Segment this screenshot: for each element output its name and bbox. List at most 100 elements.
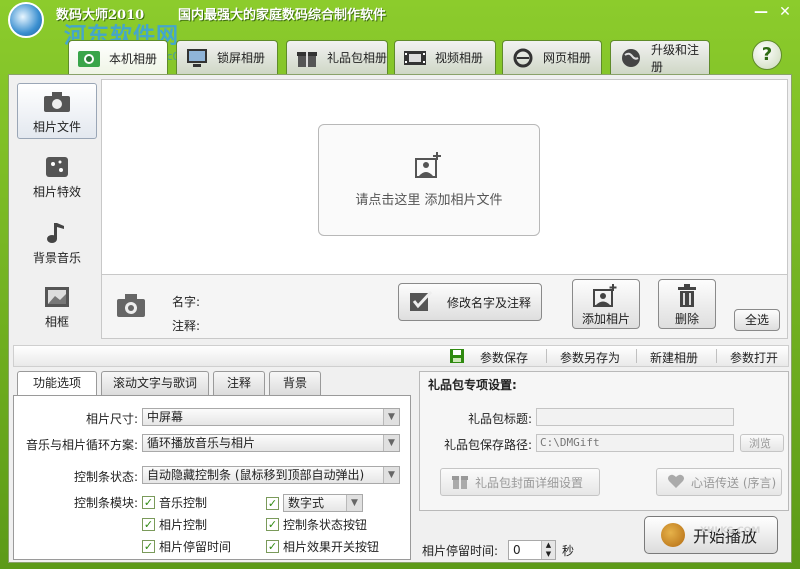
rename-note-label: 修改名字及注释 (447, 295, 532, 310)
seconds-label: 秒 (562, 544, 575, 558)
sidebar-item-background-music[interactable]: 背景音乐 (17, 215, 97, 271)
tab-label: 本机相册 (109, 52, 158, 66)
stay-time-spinner[interactable]: 0 ▲ ▼ (508, 540, 556, 560)
save-params-button[interactable]: 参数保存 (480, 349, 528, 366)
checkbox-label: 相片效果开关按钮 (283, 540, 380, 554)
tab-local-album[interactable]: 本机相册 (68, 40, 168, 76)
loop-scheme-label: 音乐与相片循环方案: (25, 438, 138, 452)
controlbar-state-select[interactable]: 自动隐藏控制条 (鼠标移到顶部自动弹出) ▼ (142, 466, 400, 484)
checkbox-label: 音乐控制 (159, 496, 208, 510)
spin-up-icon[interactable]: ▲ (541, 541, 555, 550)
tab-label: 礼品包相册 (327, 51, 388, 65)
checkbox-label: 控制条状态按钮 (283, 518, 368, 532)
photo-size-value: 中屏幕 (147, 410, 184, 424)
tab-video-album[interactable]: 视频相册 (394, 40, 496, 74)
photo-size-label: 相片尺寸: (85, 412, 138, 426)
play-icon (661, 523, 685, 547)
add-photo-prompt-box[interactable]: 请点击这里 添加相片文件 (318, 124, 540, 236)
heart-message-label: 心语传送 (序言) (691, 475, 777, 490)
effects-icon (42, 155, 72, 179)
chevron-down-icon: ▼ (383, 409, 399, 425)
app-slogan: 国内最强大的家庭数码综合制作软件 (178, 8, 387, 23)
controlbar-state-label: 控制条状态: (73, 470, 138, 484)
tab-label: 视频相册 (435, 51, 484, 65)
gift-cover-settings-button[interactable]: 礼品包封面详细设置 (440, 468, 600, 496)
photo-info-bar: 名字: 注释: 修改名字及注释 添加相片 删除 全选 (101, 275, 788, 339)
checkbox-checked-icon: ✓ (266, 518, 279, 531)
album-toolbar: 参数保存 参数另存为 新建相册 参数打开 (13, 345, 789, 367)
ie-icon (511, 47, 535, 69)
photo-stay-time-checkbox[interactable]: ✓ 相片停留时间 (142, 538, 231, 555)
frame-icon (42, 285, 72, 309)
sidebar-item-label: 背景音乐 (32, 251, 81, 265)
sidebar-item-frame[interactable]: 相框 (17, 279, 97, 335)
heart-message-button[interactable]: 心语传送 (序言) (656, 468, 782, 496)
gift-title-input[interactable] (536, 408, 734, 426)
photo-size-select[interactable]: 中屏幕 ▼ (142, 408, 400, 426)
close-button[interactable]: ✕ (776, 3, 794, 21)
gift-path-input[interactable]: C:\DMGift (536, 434, 734, 452)
toolbar-divider (716, 349, 717, 363)
add-photo-button[interactable]: 添加相片 (572, 279, 640, 329)
tab-label: 网页相册 (543, 51, 592, 65)
delete-button[interactable]: 删除 (658, 279, 716, 329)
effect-switch-button-checkbox[interactable]: ✓ 相片效果开关按钮 (266, 538, 379, 555)
numeric-mode-select[interactable]: 数字式 ▼ (283, 494, 363, 512)
tab-upgrade-register[interactable]: 升级和注册 (610, 40, 710, 74)
gift-icon (451, 472, 469, 493)
globe-icon (619, 47, 643, 69)
add-photo-label: 添加相片 (581, 312, 630, 326)
save-as-button[interactable]: 参数另存为 (560, 349, 620, 366)
controlbar-state-button-checkbox[interactable]: ✓ 控制条状态按钮 (266, 516, 367, 533)
toolbar-divider (546, 349, 547, 363)
gift-path-label: 礼品包保存路径: (443, 438, 532, 452)
tab-gift-album[interactable]: 礼品包相册 (286, 40, 388, 74)
sidebar-item-label: 相框 (44, 315, 69, 329)
heart-icon (667, 473, 685, 492)
toolbar-divider (636, 349, 637, 363)
add-photo-icon (593, 284, 619, 308)
settings-panel: 功能选项 滚动文字与歌词 注释 背景 相片尺寸: 中屏幕 ▼ 音乐与相片循环方案… (13, 371, 411, 560)
numeric-mode-checkbox[interactable]: ✓ 数字式 ▼ (266, 494, 363, 512)
tab-label: 升级和注册 (651, 42, 700, 74)
select-all-button[interactable]: 全选 (734, 309, 780, 331)
app-window: 数码大师2010 国内最强大的家庭数码综合制作软件 — ✕ 河东软件网 www.… (0, 0, 800, 569)
tab-notes[interactable]: 注释 (213, 371, 265, 395)
minimize-button[interactable]: — (752, 3, 770, 21)
photo-name-label: 名字: (172, 295, 201, 309)
chevron-down-icon: ▼ (383, 467, 399, 483)
checkbox-checked-icon: ✓ (142, 540, 155, 553)
music-note-icon (42, 221, 72, 245)
tab-background[interactable]: 背景 (269, 371, 321, 395)
sidebar-item-label: 相片特效 (32, 185, 81, 199)
add-photo-icon (414, 151, 444, 179)
chevron-down-icon: ▼ (383, 435, 399, 451)
gift-title-label: 礼品包标题: (467, 412, 532, 426)
open-params-button[interactable]: 参数打开 (730, 349, 778, 366)
loop-scheme-select[interactable]: 循环播放音乐与相片 ▼ (142, 434, 400, 452)
photo-control-checkbox[interactable]: ✓ 相片控制 (142, 516, 207, 533)
photo-drop-area[interactable]: 请点击这里 添加相片文件 (101, 79, 788, 275)
trash-icon (674, 284, 700, 308)
browse-button[interactable]: 浏览 (740, 434, 784, 452)
photo-album-icon (77, 48, 101, 70)
save-icon (450, 349, 464, 366)
sidebar-item-photo-files[interactable]: 相片文件 (17, 83, 97, 139)
gift-settings-panel: 礼品包专项设置: 礼品包标题: 礼品包保存路径: C:\DMGift 浏览 礼品… (419, 371, 789, 511)
spin-down-icon[interactable]: ▼ (541, 550, 555, 559)
checkbox-checked-icon: ✓ (142, 496, 155, 509)
camera-icon (116, 291, 146, 319)
new-album-button[interactable]: 新建相册 (650, 349, 698, 366)
sidebar-item-photo-effects[interactable]: 相片特效 (17, 149, 97, 205)
tab-web-album[interactable]: 网页相册 (502, 40, 602, 74)
checkbox-checked-icon: ✓ (142, 518, 155, 531)
tab-lockscreen-album[interactable]: 锁屏相册 (176, 40, 278, 74)
film-icon (403, 47, 427, 69)
help-button[interactable]: ? (752, 40, 782, 70)
rename-note-button[interactable]: 修改名字及注释 (398, 283, 542, 321)
controlbar-state-value: 自动隐藏控制条 (鼠标移到顶部自动弹出) (147, 468, 365, 482)
music-control-checkbox[interactable]: ✓ 音乐控制 (142, 494, 207, 511)
tab-scroll-text-lyrics[interactable]: 滚动文字与歌词 (101, 371, 209, 395)
checkbox-label: 相片控制 (159, 518, 208, 532)
tab-function-options[interactable]: 功能选项 (17, 371, 97, 396)
